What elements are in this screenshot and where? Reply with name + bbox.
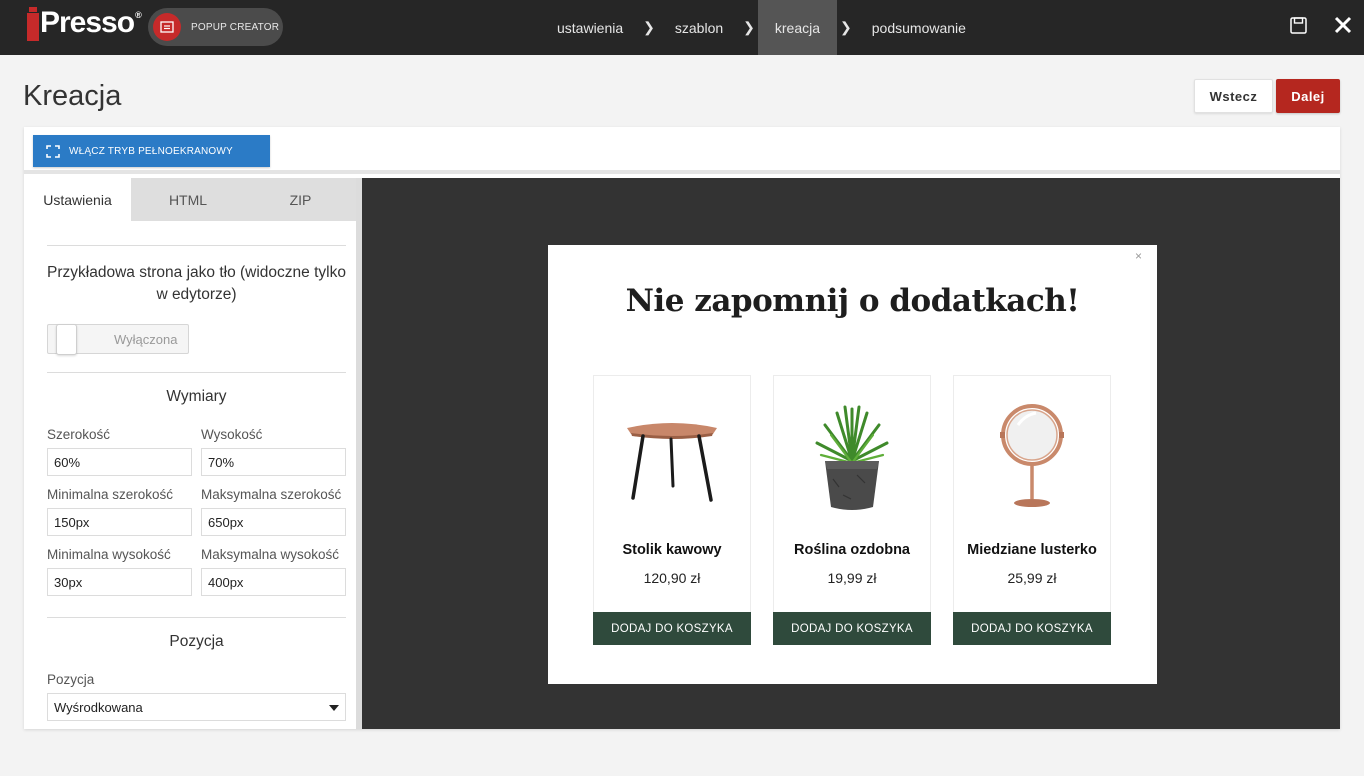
- chevron-right-icon: ❯: [840, 19, 852, 35]
- back-button[interactable]: Wstecz: [1194, 79, 1273, 113]
- popup-preview: × Nie zapomnij o dodatkach! Stolik kawow…: [548, 245, 1157, 684]
- divider: [47, 617, 346, 618]
- popup-creator-label: POPUP CREATOR: [191, 21, 280, 33]
- min-width-input[interactable]: 150px: [47, 508, 192, 536]
- step-ustawienia[interactable]: ustawienia: [540, 0, 640, 55]
- max-width-label: Maksymalna szerokość: [201, 487, 342, 502]
- logo-registered-mark: ®: [135, 10, 142, 20]
- plant-image: [774, 386, 930, 526]
- coffee-table-image: [594, 386, 750, 526]
- popup-title: Nie zapomnij o dodatkach!: [625, 283, 1080, 319]
- product-price: 25,99 zł: [1007, 570, 1057, 586]
- dimensions-section-title: Wymiary: [166, 388, 227, 405]
- product-price: 120,90 zł: [643, 570, 701, 586]
- min-height-input[interactable]: 30px: [47, 568, 192, 596]
- step-kreacja[interactable]: kreacja: [757, 0, 838, 55]
- position-section-title: Pozycja: [169, 633, 224, 650]
- product-card: Miedziane lusterko 25,99 zł DODAJ DO KOS…: [953, 375, 1111, 645]
- chevron-right-icon: ❯: [643, 19, 655, 35]
- position-select[interactable]: Wyśrodkowana: [47, 693, 346, 721]
- step-podsumowanie[interactable]: podsumowanie: [855, 0, 983, 55]
- editor-workspace: WŁĄCZ TRYB PEŁNOEKRANOWY Ustawienia HTML…: [24, 127, 1340, 729]
- step-szablon[interactable]: szablon: [658, 0, 740, 55]
- fullscreen-icon: [46, 144, 60, 158]
- next-button[interactable]: Dalej: [1276, 79, 1340, 113]
- height-label: Wysokość: [201, 427, 263, 442]
- editor-toolbar: WŁĄCZ TRYB PEŁNOEKRANOWY: [24, 127, 1340, 174]
- tab-zip[interactable]: ZIP: [245, 178, 356, 221]
- logo-text: Presso: [40, 6, 135, 39]
- min-width-label: Minimalna szerokość: [47, 487, 174, 502]
- min-height-label: Minimalna wysokość: [47, 547, 171, 562]
- wizard-steps: ustawienia ❯ szablon ❯ kreacja ❯ podsumo…: [540, 0, 983, 55]
- add-to-cart-button[interactable]: DODAJ DO KOSZYKA: [593, 612, 751, 645]
- fullscreen-button-label: WŁĄCZ TRYB PEŁNOEKRANOWY: [69, 145, 233, 157]
- settings-tabs: Ustawienia HTML ZIP: [24, 178, 356, 221]
- add-to-cart-button[interactable]: DODAJ DO KOSZYKA: [953, 612, 1111, 645]
- max-height-label: Maksymalna wysokość: [201, 547, 340, 562]
- product-card: Roślina ozdobna 19,99 zł DODAJ DO KOSZYK…: [773, 375, 931, 645]
- ipresso-logo[interactable]: Presso ®: [27, 6, 142, 41]
- top-bar: Presso ® POPUP CREATOR ustawienia ❯ szab…: [0, 0, 1364, 55]
- position-label: Pozycja: [47, 672, 95, 687]
- divider: [47, 245, 346, 246]
- fullscreen-button[interactable]: WŁĄCZ TRYB PEŁNOEKRANOWY: [33, 135, 270, 167]
- background-toggle[interactable]: Wyłączona: [47, 324, 189, 355]
- max-height-input[interactable]: 400px: [201, 568, 346, 596]
- popup-preview-area: × Nie zapomnij o dodatkach! Stolik kawow…: [362, 178, 1340, 729]
- popup-creator-icon: [153, 13, 181, 41]
- width-input[interactable]: 60%: [47, 448, 192, 476]
- product-name: Roślina ozdobna: [794, 542, 910, 558]
- divider: [47, 372, 346, 373]
- toggle-knob[interactable]: [56, 324, 77, 355]
- background-section-title: Przykładowa strona jako tło (widoczne ty…: [47, 264, 346, 303]
- chevron-right-icon: ❯: [743, 19, 755, 35]
- width-label: Szerokość: [47, 427, 111, 442]
- settings-panel: Ustawienia HTML ZIP Przykładowa strona j…: [24, 178, 362, 729]
- page-title: Kreacja: [23, 80, 122, 112]
- tab-html[interactable]: HTML: [131, 178, 245, 221]
- toggle-label: Wyłączona: [114, 332, 178, 347]
- popup-creator-badge[interactable]: POPUP CREATOR: [148, 8, 283, 46]
- product-name: Miedziane lusterko: [967, 542, 1097, 558]
- position-select-value: Wyśrodkowana: [54, 699, 143, 715]
- product-card: Stolik kawowy 120,90 zł DODAJ DO KOSZYKA: [593, 375, 751, 645]
- max-width-input[interactable]: 650px: [201, 508, 346, 536]
- product-price: 19,99 zł: [827, 570, 877, 586]
- save-icon[interactable]: [1290, 17, 1307, 34]
- add-to-cart-button[interactable]: DODAJ DO KOSZYKA: [773, 612, 931, 645]
- close-icon[interactable]: [1333, 15, 1353, 35]
- tab-ustawienia[interactable]: Ustawienia: [24, 178, 131, 221]
- popup-close-icon[interactable]: ×: [1135, 249, 1142, 263]
- product-name: Stolik kawowy: [622, 542, 722, 558]
- mirror-image: [954, 386, 1110, 526]
- height-input[interactable]: 70%: [201, 448, 346, 476]
- caret-down-icon: [329, 705, 339, 711]
- logo-i-mark: [27, 7, 39, 41]
